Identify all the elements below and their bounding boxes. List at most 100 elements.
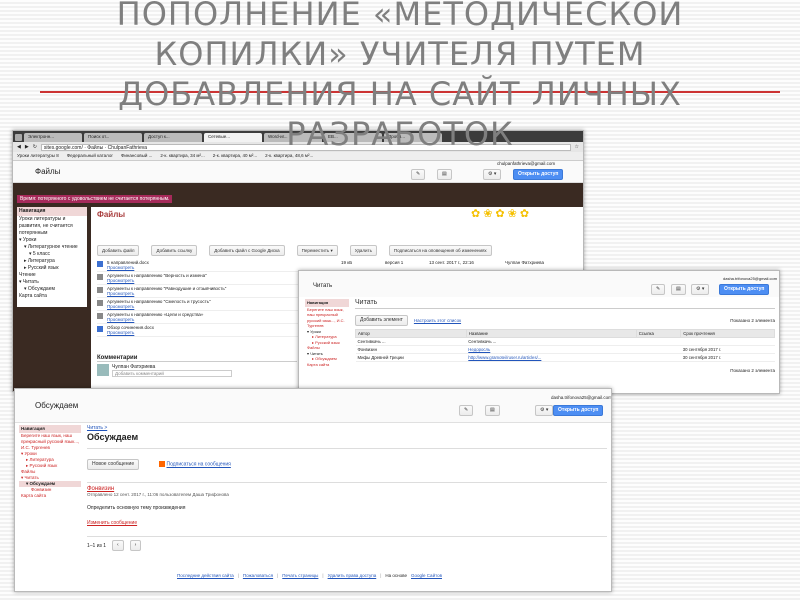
read-share-button[interactable]: Открыть доступ bbox=[719, 284, 770, 295]
more-actions-button[interactable]: ⚙ ▾ bbox=[483, 169, 502, 180]
flowers-decoration: ✿❀✿❀✿ bbox=[471, 208, 533, 220]
table-header-row: Автор Название Ссылка Срок прочтения bbox=[355, 329, 775, 338]
table-column-header[interactable]: Название bbox=[465, 329, 637, 338]
nav-item[interactable]: Карта сайта bbox=[19, 493, 81, 499]
read-edit-button[interactable]: ✎ bbox=[651, 284, 666, 295]
share-button[interactable]: Открыть доступ bbox=[513, 169, 564, 180]
table-cell bbox=[636, 353, 681, 362]
discuss-edit-button[interactable]: ✎ bbox=[459, 405, 474, 416]
nav-header: Навигация bbox=[17, 207, 87, 216]
files-toolbar: Добавить файл Добавить ссылку Добавить фай… bbox=[97, 245, 492, 256]
nav-item[interactable]: Берегите наш язык, наш прекрасный русски… bbox=[19, 433, 81, 451]
files-toolbar-button[interactable]: Переместить ▾ bbox=[296, 245, 338, 256]
table-row: Фонвизин Недоросль 30 сентября 2017 г. bbox=[355, 345, 775, 354]
nav-item[interactable]: ▾ Литературное чтение bbox=[17, 244, 87, 251]
back-icon[interactable]: ◀ bbox=[17, 144, 21, 150]
prev-page-button[interactable]: ‹ bbox=[112, 540, 124, 551]
footer-link[interactable]: Печать страницы bbox=[282, 573, 318, 578]
discuss-heading: Обсуждаем bbox=[87, 432, 607, 449]
discuss-header: Обсуждаем dasha.trifonova25@gmail.com ✎ … bbox=[15, 389, 611, 423]
files-toolbar-button[interactable]: Подписаться на оповещения об изменениях bbox=[388, 245, 492, 256]
next-page-button[interactable]: › bbox=[129, 540, 142, 551]
pagination-text: 1–1 из 1 bbox=[87, 542, 106, 549]
post-body: Определить основную тему произведения bbox=[87, 505, 186, 511]
files-toolbar-button[interactable]: Добавить файл с Google Диска bbox=[209, 245, 285, 256]
user-email[interactable]: chulpanfathrieva@gmail.com bbox=[497, 161, 555, 166]
table-column-header[interactable]: Ссылка bbox=[635, 329, 682, 338]
file-name-cell: 5 направлений.docx Просмотреть bbox=[107, 260, 277, 270]
nav-header: Навигация bbox=[305, 299, 349, 307]
file-view-link[interactable]: Просмотреть bbox=[107, 304, 277, 309]
file-icon bbox=[97, 326, 103, 332]
table-row: Мифы Древней Греции http://www.gramotei/r… bbox=[355, 353, 775, 362]
nav-item[interactable]: Карта сайта bbox=[17, 293, 87, 300]
read-table: Автор Название Ссылка Срок прочтения Сентивк… bbox=[355, 329, 775, 362]
read-user-email[interactable]: dasha.trifonova25@gmail.com bbox=[723, 276, 777, 281]
file-view-link[interactable]: Просмотреть bbox=[107, 330, 277, 335]
table-column-header[interactable]: Автор bbox=[355, 329, 467, 338]
browser-menu-icon[interactable] bbox=[15, 134, 22, 141]
table-cell[interactable]: http://www.gramotei/ruser.ru/articles/..… bbox=[466, 353, 637, 362]
table-column-header[interactable]: Срок прочтения bbox=[680, 329, 775, 338]
file-view-link[interactable]: Просмотреть bbox=[107, 291, 277, 296]
nav-item[interactable]: ▾ Читать bbox=[17, 279, 87, 286]
files-toolbar-button[interactable]: Удалить bbox=[349, 245, 377, 256]
file-name-cell: Аргументы к направлению "Смелость и трус… bbox=[107, 299, 277, 309]
read-new-page-button[interactable]: ▤ bbox=[671, 284, 686, 295]
discuss-page-title: Обсуждаем bbox=[35, 401, 79, 410]
reload-icon[interactable]: ↻ bbox=[33, 144, 37, 150]
read-heading: Читать bbox=[355, 299, 775, 309]
table-cell[interactable]: Недоросль bbox=[466, 345, 637, 354]
discuss-share-button[interactable]: Открыть доступ bbox=[553, 405, 604, 416]
items-count: Показано 2 элемента bbox=[730, 318, 775, 323]
comment-input[interactable]: Добавить комментарий bbox=[112, 370, 232, 377]
table-row: Сентивкачь ... Сентивкачь ... bbox=[355, 337, 775, 346]
files-toolbar-button[interactable]: Добавить файл bbox=[97, 245, 140, 256]
nav-header: Навигация bbox=[19, 425, 81, 433]
customize-list-link[interactable]: Настроить этот список bbox=[414, 318, 461, 323]
footer-link[interactable]: Пожаловаться bbox=[243, 573, 273, 578]
breadcrumb[interactable]: Читать > bbox=[87, 425, 607, 431]
quote-banner: Время: потерянного с удовольствием не сч… bbox=[17, 195, 173, 203]
read-sidebar: Навигация Берегите наш язык, наш прекрасн… bbox=[305, 299, 349, 367]
nav-item[interactable]: Карта сайта bbox=[305, 362, 349, 368]
forward-icon[interactable]: ▶ bbox=[25, 144, 29, 150]
site-footer: Последние действия сайта | Пожаловаться | Пе… bbox=[177, 573, 442, 578]
edit-post-link[interactable]: Изменить сообщение bbox=[87, 520, 607, 526]
edit-button[interactable]: ✎ bbox=[411, 169, 426, 180]
avatar bbox=[97, 364, 109, 376]
new-message-button[interactable]: Новое сообщение bbox=[87, 459, 140, 470]
nav-item[interactable]: ▾ 5 класс bbox=[17, 251, 87, 258]
file-name-cell: Обзор сочинения.docx Просмотреть bbox=[107, 325, 277, 335]
footer-link[interactable]: Google Сайтов bbox=[411, 573, 442, 578]
nav-item[interactable]: ▸ Литература bbox=[17, 258, 87, 265]
file-view-link[interactable]: Просмотреть bbox=[107, 317, 277, 322]
add-item-button[interactable]: Добавить элемент bbox=[355, 315, 408, 326]
discuss-more-button[interactable]: ⚙ ▾ bbox=[535, 405, 554, 416]
nav-item[interactable]: ▾ Уроки bbox=[17, 237, 87, 244]
nav-item[interactable]: Чтение bbox=[17, 272, 87, 279]
file-view-link[interactable]: Просмотреть bbox=[107, 265, 277, 270]
nav-item[interactable]: Берегите наш язык, наш прекрасный русски… bbox=[305, 307, 349, 329]
footer-link[interactable]: Удалить права доступа bbox=[328, 573, 377, 578]
read-more-button[interactable]: ⚙ ▾ bbox=[691, 284, 710, 295]
files-toolbar-button[interactable]: Добавить ссылку bbox=[151, 245, 198, 256]
rss-icon bbox=[159, 461, 166, 468]
discuss-new-page-button[interactable]: ▤ bbox=[485, 405, 500, 416]
new-page-button[interactable]: ▤ bbox=[437, 169, 452, 180]
nav-item[interactable]: Уроки литературы и развития, не считаетс… bbox=[17, 216, 87, 237]
file-size: 19 кБ bbox=[341, 260, 353, 265]
file-icon bbox=[97, 261, 103, 267]
footer-link[interactable]: Последние действия сайта bbox=[177, 573, 234, 578]
file-version: версия 1 bbox=[385, 260, 404, 265]
discuss-user-email[interactable]: dasha.trifonova25@gmail.com bbox=[551, 395, 611, 400]
nav-item[interactable]: ▾ Обсуждаем bbox=[17, 286, 87, 293]
footer-link: На основе bbox=[385, 573, 407, 578]
file-view-link[interactable]: Просмотреть bbox=[107, 278, 277, 283]
table-cell: Мифы Древней Греции bbox=[355, 353, 467, 362]
nav-item[interactable]: ▸ Русский язык bbox=[17, 265, 87, 272]
table-cell: 30 сентября 2017 г. bbox=[680, 345, 775, 354]
subscribe-link[interactable]: Подписаться на сообщения bbox=[167, 462, 231, 468]
table-cell[interactable]: Сентивкачь ... bbox=[466, 337, 637, 346]
file-date: 13 сент. 2017 г., 22:16 bbox=[429, 260, 474, 265]
